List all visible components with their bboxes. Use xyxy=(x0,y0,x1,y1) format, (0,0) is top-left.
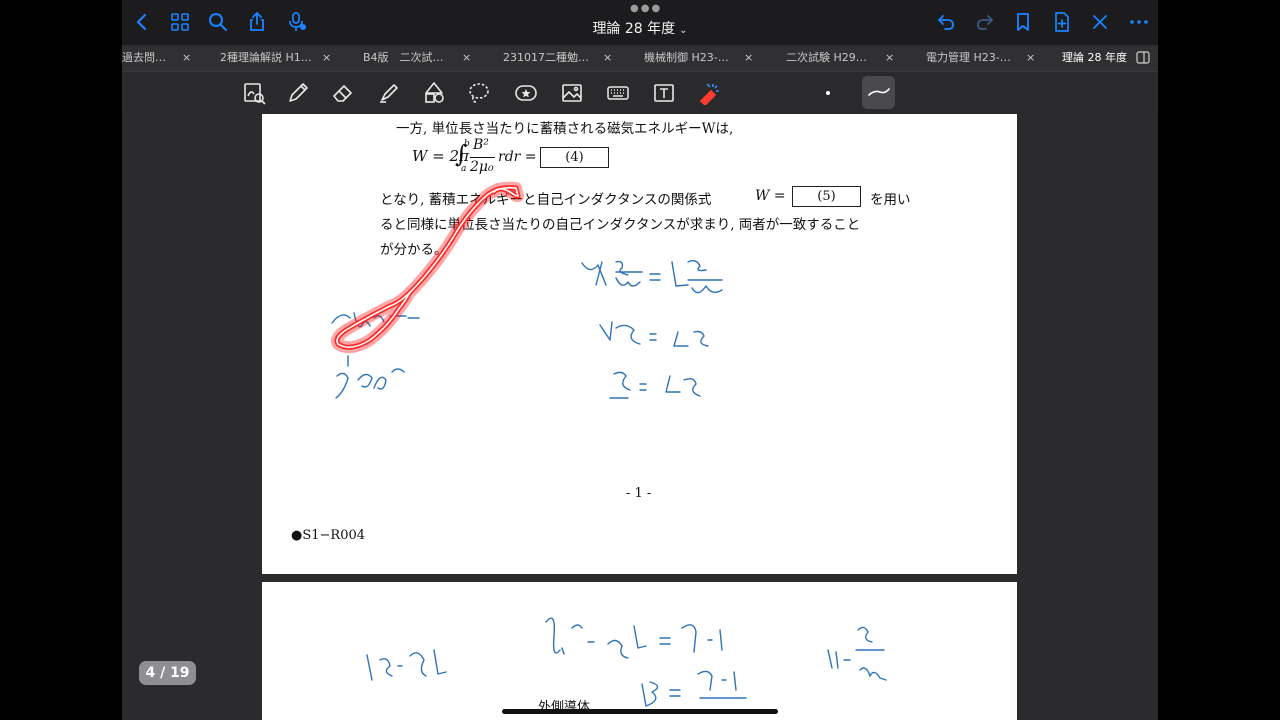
laser-pointer-stroke xyxy=(331,181,524,354)
handwriting-p2-right xyxy=(827,626,887,681)
handwriting-layer xyxy=(331,181,887,707)
app-window: ●●● 理論 28 年度 ⌄ 過去問… × 2種理論解説 H1… × B4版 二… xyxy=(122,0,1158,720)
handwriting-formula-1a xyxy=(581,260,643,287)
home-indicator[interactable] xyxy=(502,709,778,714)
handwriting-p2-left xyxy=(366,649,447,681)
handwriting-formula-3 xyxy=(609,371,701,399)
handwriting-formula-2 xyxy=(599,321,709,347)
page-indicator[interactable]: 4 / 19 xyxy=(139,661,196,685)
handwriting-formula-1b xyxy=(649,259,723,294)
handwriting-p2-b xyxy=(641,670,747,707)
handwriting-left-bottom xyxy=(335,355,405,399)
handwriting-p2-mid xyxy=(545,617,723,659)
